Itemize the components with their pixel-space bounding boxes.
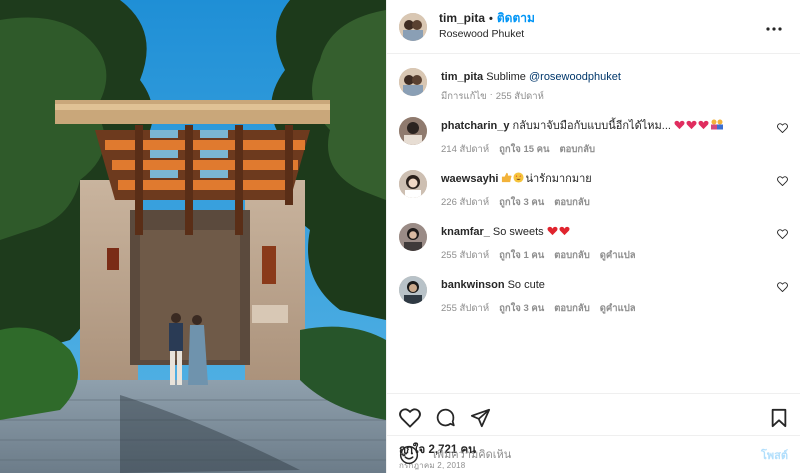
caption-username[interactable]: tim_pita bbox=[441, 71, 483, 83]
couple-emoji-icon bbox=[711, 119, 723, 130]
follow-separator: • bbox=[489, 13, 493, 25]
post-actions bbox=[387, 393, 800, 441]
reply-button[interactable]: ตอบกลับ bbox=[560, 142, 596, 157]
comment-username[interactable]: knamfar_ bbox=[441, 226, 490, 238]
thumbs-up-icon bbox=[502, 172, 513, 183]
comment-text: กลับมาจับมือกับแบบนี้อีกได้ไหม... bbox=[512, 120, 671, 132]
emoji-smile-icon[interactable] bbox=[399, 445, 419, 465]
comment-username[interactable]: waewsayhi bbox=[441, 173, 498, 185]
caption-mention[interactable]: @rosewoodphuket bbox=[529, 71, 621, 83]
comment-row: waewsayhi น่ารักมากมาย 226 สัปดาห์ ถูกใจ … bbox=[399, 170, 788, 210]
comment-likes[interactable]: ถูกใจ 3 คน bbox=[499, 301, 544, 316]
bookmark-icon[interactable] bbox=[770, 408, 788, 428]
caption-text: Sublime bbox=[486, 71, 529, 83]
translate-button[interactable]: ดูคำแปล bbox=[600, 301, 636, 316]
comment-time[interactable]: 214 สัปดาห์ bbox=[441, 142, 489, 157]
reply-button[interactable]: ตอบกลับ bbox=[554, 195, 590, 210]
comment-likes[interactable]: ถูกใจ 1 คน bbox=[499, 248, 544, 263]
comment-text: น่ารักมากมาย bbox=[525, 173, 592, 185]
comment-icon[interactable] bbox=[435, 407, 456, 428]
post-location[interactable]: Rosewood Phuket bbox=[439, 27, 762, 42]
red-heart-icon bbox=[559, 226, 570, 236]
comment-likes[interactable]: ถูกใจ 3 คน bbox=[499, 195, 544, 210]
comment-like-heart-icon[interactable] bbox=[772, 229, 788, 242]
post-image bbox=[0, 0, 386, 473]
caption-separator: · bbox=[489, 89, 493, 100]
comment-like-heart-icon[interactable] bbox=[772, 282, 788, 295]
star-struck-icon bbox=[513, 172, 525, 183]
reply-button[interactable]: ตอบกลับ bbox=[554, 248, 590, 263]
author-username[interactable]: tim_pita bbox=[439, 11, 485, 25]
reply-button[interactable]: ตอบกลับ bbox=[554, 301, 590, 316]
post-comment-button[interactable]: โพสต์ bbox=[761, 446, 788, 464]
comment-likes[interactable]: ถูกใจ 15 คน bbox=[499, 142, 549, 157]
post-header: tim_pita • ติดตาม Rosewood Phuket bbox=[387, 0, 800, 54]
comment-like-heart-icon[interactable] bbox=[772, 176, 788, 189]
comments-list: tim_pita Sublime @rosewoodphuket มีการแก้… bbox=[387, 54, 800, 393]
caption-row: tim_pita Sublime @rosewoodphuket มีการแก้… bbox=[399, 68, 788, 104]
caption-avatar[interactable] bbox=[399, 68, 427, 96]
sparkle-heart-icon bbox=[686, 120, 697, 130]
share-icon[interactable] bbox=[470, 408, 491, 428]
commenter-avatar[interactable] bbox=[399, 223, 427, 251]
more-horizontal-icon[interactable] bbox=[762, 18, 786, 36]
caption-time[interactable]: 255 สัปดาห์ bbox=[496, 89, 544, 104]
commenter-avatar[interactable] bbox=[399, 276, 427, 304]
comment-username[interactable]: bankwinson bbox=[441, 279, 505, 291]
follow-button[interactable]: ติดตาม bbox=[497, 11, 535, 25]
comment-like-heart-icon[interactable] bbox=[772, 123, 788, 136]
heart-icon[interactable] bbox=[399, 407, 421, 428]
translate-button[interactable]: ดูคำแปล bbox=[600, 248, 636, 263]
commenter-avatar[interactable] bbox=[399, 170, 427, 198]
comment-time[interactable]: 226 สัปดาห์ bbox=[441, 195, 489, 210]
author-avatar[interactable] bbox=[399, 12, 427, 41]
comment-row: bankwinson So cute 255 สัปดาห์ ถูกใจ 3 คน… bbox=[399, 276, 788, 316]
sparkle-heart-icon bbox=[698, 120, 709, 130]
post-panel: tim_pita • ติดตาม Rosewood Phuket tim_pita… bbox=[386, 0, 800, 473]
comment-input[interactable] bbox=[433, 448, 761, 461]
caption-edited: มีการแก้ไข bbox=[441, 91, 487, 102]
sparkle-heart-icon bbox=[674, 120, 685, 130]
comment-composer: โพสต์ bbox=[387, 435, 800, 473]
post-photo[interactable] bbox=[0, 0, 386, 473]
red-heart-icon bbox=[547, 226, 558, 236]
comment-time[interactable]: 255 สัปดาห์ bbox=[441, 248, 489, 263]
commenter-avatar[interactable] bbox=[399, 117, 427, 145]
comment-time[interactable]: 255 สัปดาห์ bbox=[441, 301, 489, 316]
comment-row: phatcharin_y กลับมาจับมือกับแบบนี้อีกได้ไ… bbox=[399, 117, 788, 157]
comment-row: knamfar_ So sweets 255 สัปดาห์ ถูกใจ 1 คน… bbox=[399, 223, 788, 263]
comment-text: So cute bbox=[507, 279, 545, 291]
comment-text: So sweets bbox=[492, 226, 544, 238]
comment-username[interactable]: phatcharin_y bbox=[441, 120, 509, 132]
